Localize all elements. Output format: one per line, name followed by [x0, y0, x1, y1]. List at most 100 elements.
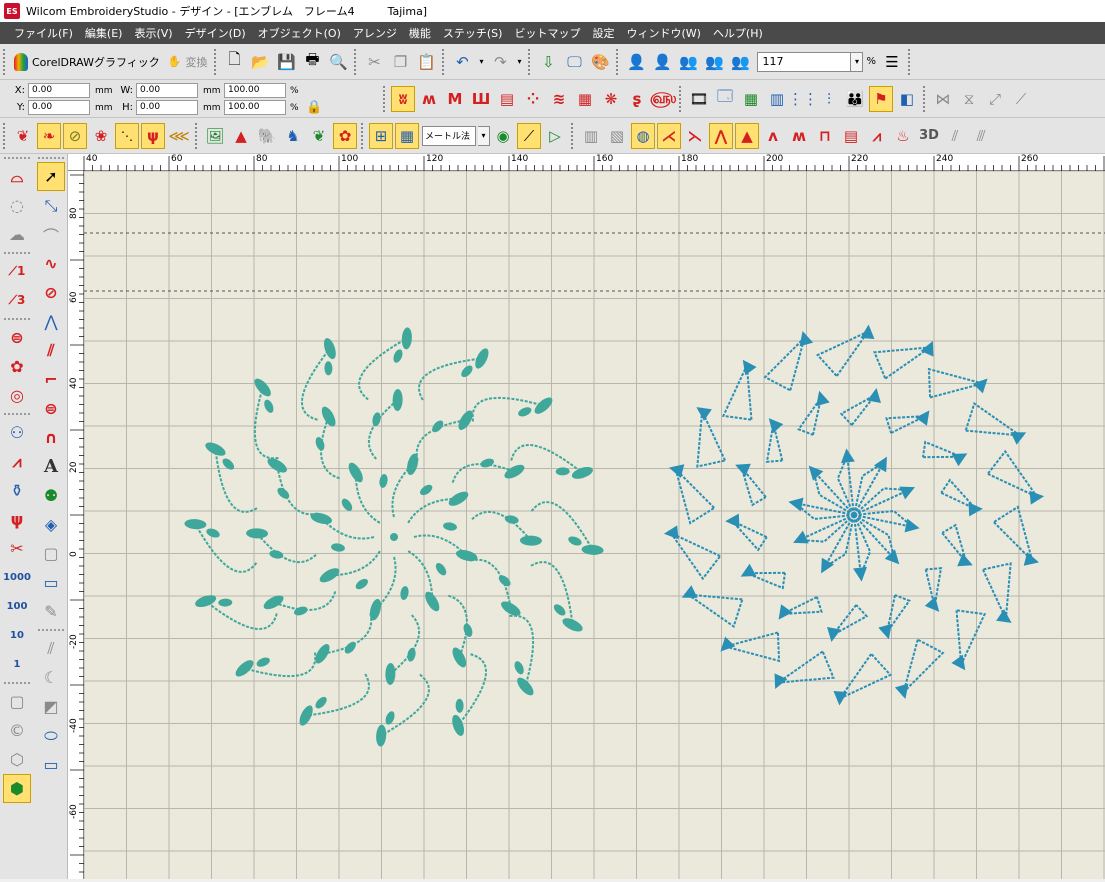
- circle-satin-tool[interactable]: ⊜: [3, 323, 31, 352]
- person-tool-3[interactable]: 👥: [676, 49, 700, 75]
- run-line-button[interactable]: ⋱: [115, 122, 139, 149]
- stitch-type-arc-button[interactable]: ≋: [547, 86, 571, 112]
- stitch-type-satin-button[interactable]: ʍ: [417, 86, 441, 112]
- grid-snap-button[interactable]: ▦: [395, 122, 419, 149]
- triangle-fill-button[interactable]: ▲: [735, 122, 759, 149]
- sequence-button[interactable]: ⫶: [817, 86, 841, 112]
- diagonal-tool[interactable]: ⫽: [37, 336, 65, 365]
- paste-button[interactable]: 📋: [414, 49, 438, 75]
- toolbar-grip[interactable]: [679, 85, 683, 112]
- box-tool[interactable]: ▭: [37, 750, 65, 779]
- toolbar-grip[interactable]: [616, 48, 620, 75]
- striped-circle-tool[interactable]: ⊜: [37, 394, 65, 423]
- stitch-type-spiral-button[interactable]: ௵: [650, 86, 676, 112]
- elephant-button[interactable]: 🐘: [255, 123, 279, 149]
- toolbar-grip[interactable]: [195, 122, 199, 149]
- leaf-outline-button[interactable]: ⊘: [63, 122, 87, 149]
- zigzag-line-button[interactable]: ⩘: [865, 123, 889, 149]
- arch-tool[interactable]: ⌓: [3, 162, 31, 191]
- height-percent-field[interactable]: 100.00: [224, 100, 286, 115]
- zigzag-tool[interactable]: ⩘: [3, 447, 31, 476]
- scissors-tool[interactable]: ✂: [3, 534, 31, 563]
- toolbar-grip[interactable]: [442, 48, 446, 75]
- color-bars-button[interactable]: ▥: [765, 86, 789, 112]
- radial-button[interactable]: ⋌: [657, 122, 681, 149]
- cut-button[interactable]: ✂: [362, 49, 386, 75]
- menu-file[interactable]: ファイル(F): [8, 25, 79, 41]
- person-tool-2[interactable]: 👤: [650, 49, 674, 75]
- cloud-tool[interactable]: ☁: [3, 220, 31, 249]
- spacing-1-tool[interactable]: 1: [3, 650, 31, 679]
- leaf-fill-button[interactable]: ❦: [11, 123, 35, 149]
- menu-functions[interactable]: 機能: [403, 25, 437, 41]
- stitch-type-wave-button[interactable]: M: [443, 86, 467, 112]
- production-button[interactable]: ◧: [895, 86, 919, 112]
- print-button[interactable]: 🖶: [300, 49, 324, 75]
- lasso-tool[interactable]: ◌: [3, 191, 31, 220]
- frame-tool[interactable]: ▢: [3, 687, 31, 716]
- leaf-satin-button[interactable]: ❧: [37, 122, 61, 149]
- coreldraw-graphics-button[interactable]: CorelDRAWグラフィック: [10, 49, 164, 75]
- embroidery-design-leaves[interactable]: [184, 327, 604, 747]
- select-tool[interactable]: ➚: [37, 162, 65, 191]
- open-button[interactable]: 📂: [248, 49, 272, 75]
- bottle-tool[interactable]: ⚱: [3, 476, 31, 505]
- triangle-button[interactable]: ⋀: [709, 122, 733, 149]
- skew-button[interactable]: ⟋: [1009, 86, 1033, 112]
- fork-tool[interactable]: ψ: [3, 505, 31, 534]
- parallel-tool[interactable]: ⫽: [37, 634, 65, 663]
- menu-help[interactable]: ヘルプ(H): [707, 25, 769, 41]
- toolbar-grip[interactable]: [907, 48, 912, 75]
- color-blend-button[interactable]: ✿: [333, 122, 357, 149]
- person-tool-4[interactable]: 👥: [702, 49, 726, 75]
- menu-window[interactable]: ウィンドウ(W): [620, 25, 706, 41]
- import-button[interactable]: ⇩: [536, 49, 560, 75]
- stitch-type-motif-button[interactable]: ❋: [599, 86, 623, 112]
- width-percent-field[interactable]: 100.00: [224, 83, 286, 98]
- menu-stitch[interactable]: ステッチ(S): [437, 25, 509, 41]
- redo-button[interactable]: ↷: [488, 49, 512, 75]
- object-properties-button[interactable]: 🗔: [713, 86, 737, 112]
- hexagon-green-tool[interactable]: ⬢: [3, 774, 31, 803]
- coral-button[interactable]: ♨: [891, 123, 915, 149]
- picture-button[interactable]: 🖼: [203, 123, 227, 149]
- spacing-1000-tool[interactable]: 1000: [3, 563, 31, 592]
- corner-tool[interactable]: ⌐: [37, 365, 65, 394]
- rectangle-tool[interactable]: ▭: [37, 568, 65, 597]
- flower-tool[interactable]: ✿: [3, 352, 31, 381]
- person-tool-5[interactable]: 👥: [728, 49, 752, 75]
- target-tool[interactable]: ◎: [3, 381, 31, 410]
- cc-tool[interactable]: ©: [3, 716, 31, 745]
- convert-button[interactable]: ✋ 変換: [164, 49, 212, 75]
- menu-edit[interactable]: 編集(E): [79, 25, 129, 41]
- e-stitch-button[interactable]: ψ: [141, 122, 165, 149]
- zoom-input[interactable]: 117: [757, 51, 852, 72]
- menu-arrange[interactable]: アレンジ: [347, 25, 403, 41]
- arc-tool[interactable]: ⌒: [37, 220, 65, 249]
- y-field[interactable]: 0.00: [28, 100, 90, 115]
- copy-button[interactable]: ❐: [388, 49, 412, 75]
- line-3-tool[interactable]: ⟋3: [3, 286, 31, 315]
- toolbar-grip[interactable]: [354, 48, 358, 75]
- leaf-motif-button[interactable]: ❦: [307, 123, 331, 149]
- measurement-dropdown[interactable]: ▾: [478, 125, 490, 146]
- stitch-type-curl-button[interactable]: ʂ: [625, 86, 649, 112]
- pencil-tool[interactable]: ✎: [37, 597, 65, 626]
- menu-settings[interactable]: 設定: [586, 25, 620, 41]
- menu-object[interactable]: オブジェクト(O): [252, 25, 347, 41]
- color-palette-button[interactable]: 🎨: [588, 49, 612, 75]
- shapes-button[interactable]: ▲: [229, 123, 253, 149]
- horseshoe-tool[interactable]: ∩: [37, 423, 65, 452]
- height-field[interactable]: 0.00: [136, 100, 198, 115]
- send-to-machine-button[interactable]: 🖵: [562, 49, 586, 75]
- width-field[interactable]: 0.00: [136, 83, 198, 98]
- ellipse-tool[interactable]: ⬭: [37, 721, 65, 750]
- save-button[interactable]: 💾: [274, 49, 298, 75]
- color-grid-button[interactable]: ▦: [739, 86, 763, 112]
- show-design-button[interactable]: ◉: [491, 123, 515, 149]
- circle-fill-button[interactable]: ◍: [631, 122, 655, 149]
- lattice-button[interactable]: ▧: [605, 123, 629, 149]
- text-tool[interactable]: A: [37, 452, 65, 481]
- figure-button[interactable]: ♞: [281, 123, 305, 149]
- thread-chart-button[interactable]: ⋮⋮: [788, 86, 818, 112]
